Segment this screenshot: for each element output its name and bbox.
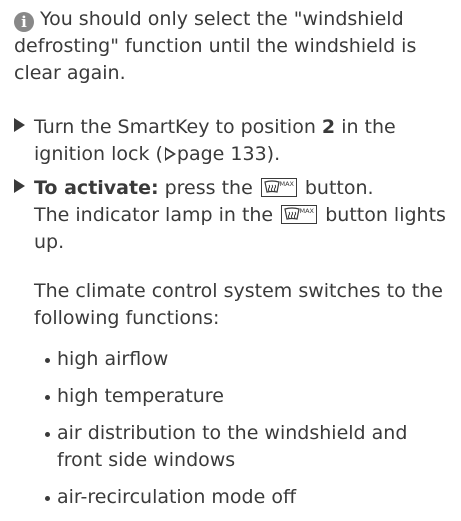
step-text: Turn the SmartKey to position	[34, 116, 322, 138]
climate-control-paragraph: The climate control system switches to t…	[34, 280, 443, 329]
windshield-defrost-max-icon: MAX	[260, 178, 297, 197]
step-text: press the	[158, 177, 259, 199]
list-item: air-recirculation mode off	[45, 484, 455, 511]
manual-page: i You should only select the "windshield …	[0, 0, 461, 508]
svg-text:MAX: MAX	[300, 207, 315, 215]
windshield-defrost-max-icon: MAX	[281, 205, 318, 224]
step-arrow-icon	[14, 179, 25, 193]
page-reference[interactable]: page 133	[177, 143, 267, 165]
list-item: high temperature	[45, 383, 455, 410]
step-text: button.	[298, 177, 374, 199]
page-reference-arrow-icon	[164, 147, 176, 161]
info-note-text: You should only select the "windshield d…	[14, 8, 417, 84]
activate-label: To activate:	[34, 177, 159, 199]
instruction-step-smartkey: Turn the SmartKey to position 2 in the i…	[14, 114, 454, 168]
info-note: i You should only select the "windshield …	[14, 6, 454, 87]
step-text: The indicator lamp in the	[34, 204, 280, 226]
svg-text:MAX: MAX	[279, 180, 294, 188]
list-item: air distribution to the windshield and f…	[45, 420, 455, 474]
position-number: 2	[321, 116, 336, 138]
step-arrow-icon	[14, 118, 25, 132]
info-icon: i	[14, 12, 34, 32]
functions-list: high airflow high temperature air distri…	[45, 346, 455, 521]
list-item: high airflow	[45, 346, 455, 373]
step-text: ).	[266, 143, 281, 165]
instruction-step-activate: To activate: press the MAX button. The in…	[14, 175, 454, 256]
